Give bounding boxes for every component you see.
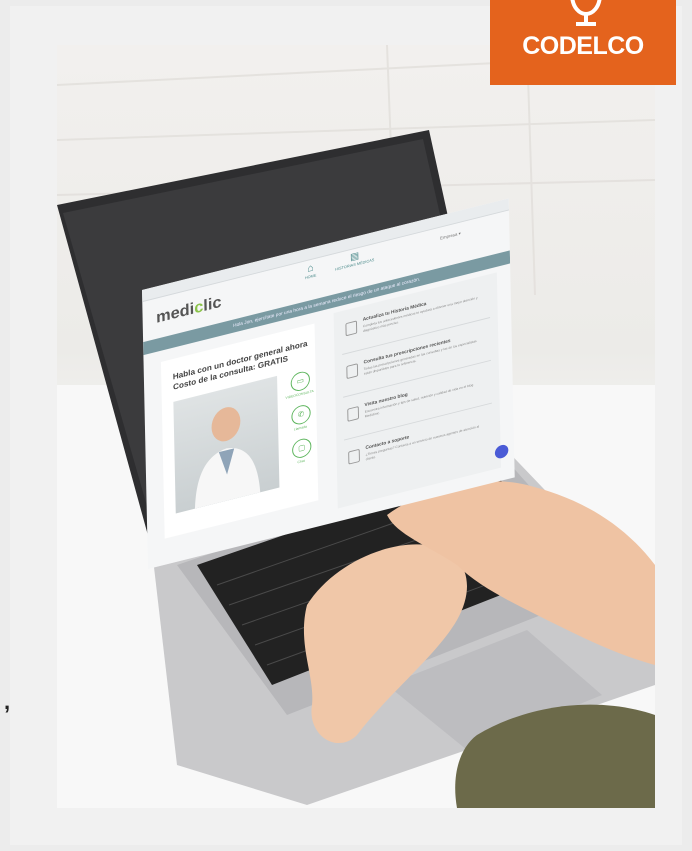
chat-icon: ▢ xyxy=(298,442,306,453)
prescription-icon xyxy=(346,363,359,380)
consult-card: Habla con un doctor general ahora Costo … xyxy=(160,323,319,539)
app-logo[interactable]: mediclic xyxy=(156,293,222,328)
doctor-photo xyxy=(173,375,280,514)
video-icon: ▭ xyxy=(296,375,305,386)
brand-prefix: medi xyxy=(155,299,195,327)
codelco-mark-icon xyxy=(570,0,602,26)
phone-icon: ✆ xyxy=(297,409,305,420)
company-select[interactable]: Empresa ▾ xyxy=(440,231,461,242)
codelco-logo: CODELCO xyxy=(490,0,676,85)
laptop-screen: mediclic ⌂ HOME ▤ HISTORIAS MÉDICAS Empr… xyxy=(127,185,547,569)
support-icon xyxy=(348,448,360,465)
action-list: Actualiza tu Historia Médica Completa tu… xyxy=(333,272,501,509)
video-consult-button[interactable]: ▭ xyxy=(290,369,311,394)
chat-button[interactable]: ▢ xyxy=(291,436,312,460)
company-select-value: Empresa xyxy=(440,231,458,241)
chevron-down-icon: ▾ xyxy=(458,230,461,237)
doctor-illustration xyxy=(194,407,261,509)
codelco-wordmark: CODELCO xyxy=(522,32,644,60)
clipboard-icon xyxy=(345,320,358,337)
blog-icon xyxy=(347,405,360,422)
stray-mark: , xyxy=(4,689,11,714)
mediclic-app: mediclic ⌂ HOME ▤ HISTORIAS MÉDICAS Empr… xyxy=(142,198,515,569)
laptop-photo: mediclic ⌂ HOME ▤ HISTORIAS MÉDICAS Empr… xyxy=(57,45,655,808)
tab-home[interactable]: ⌂ HOME xyxy=(296,259,325,282)
brand-suffix: lic xyxy=(203,292,222,315)
call-button[interactable]: ✆ xyxy=(291,403,311,427)
